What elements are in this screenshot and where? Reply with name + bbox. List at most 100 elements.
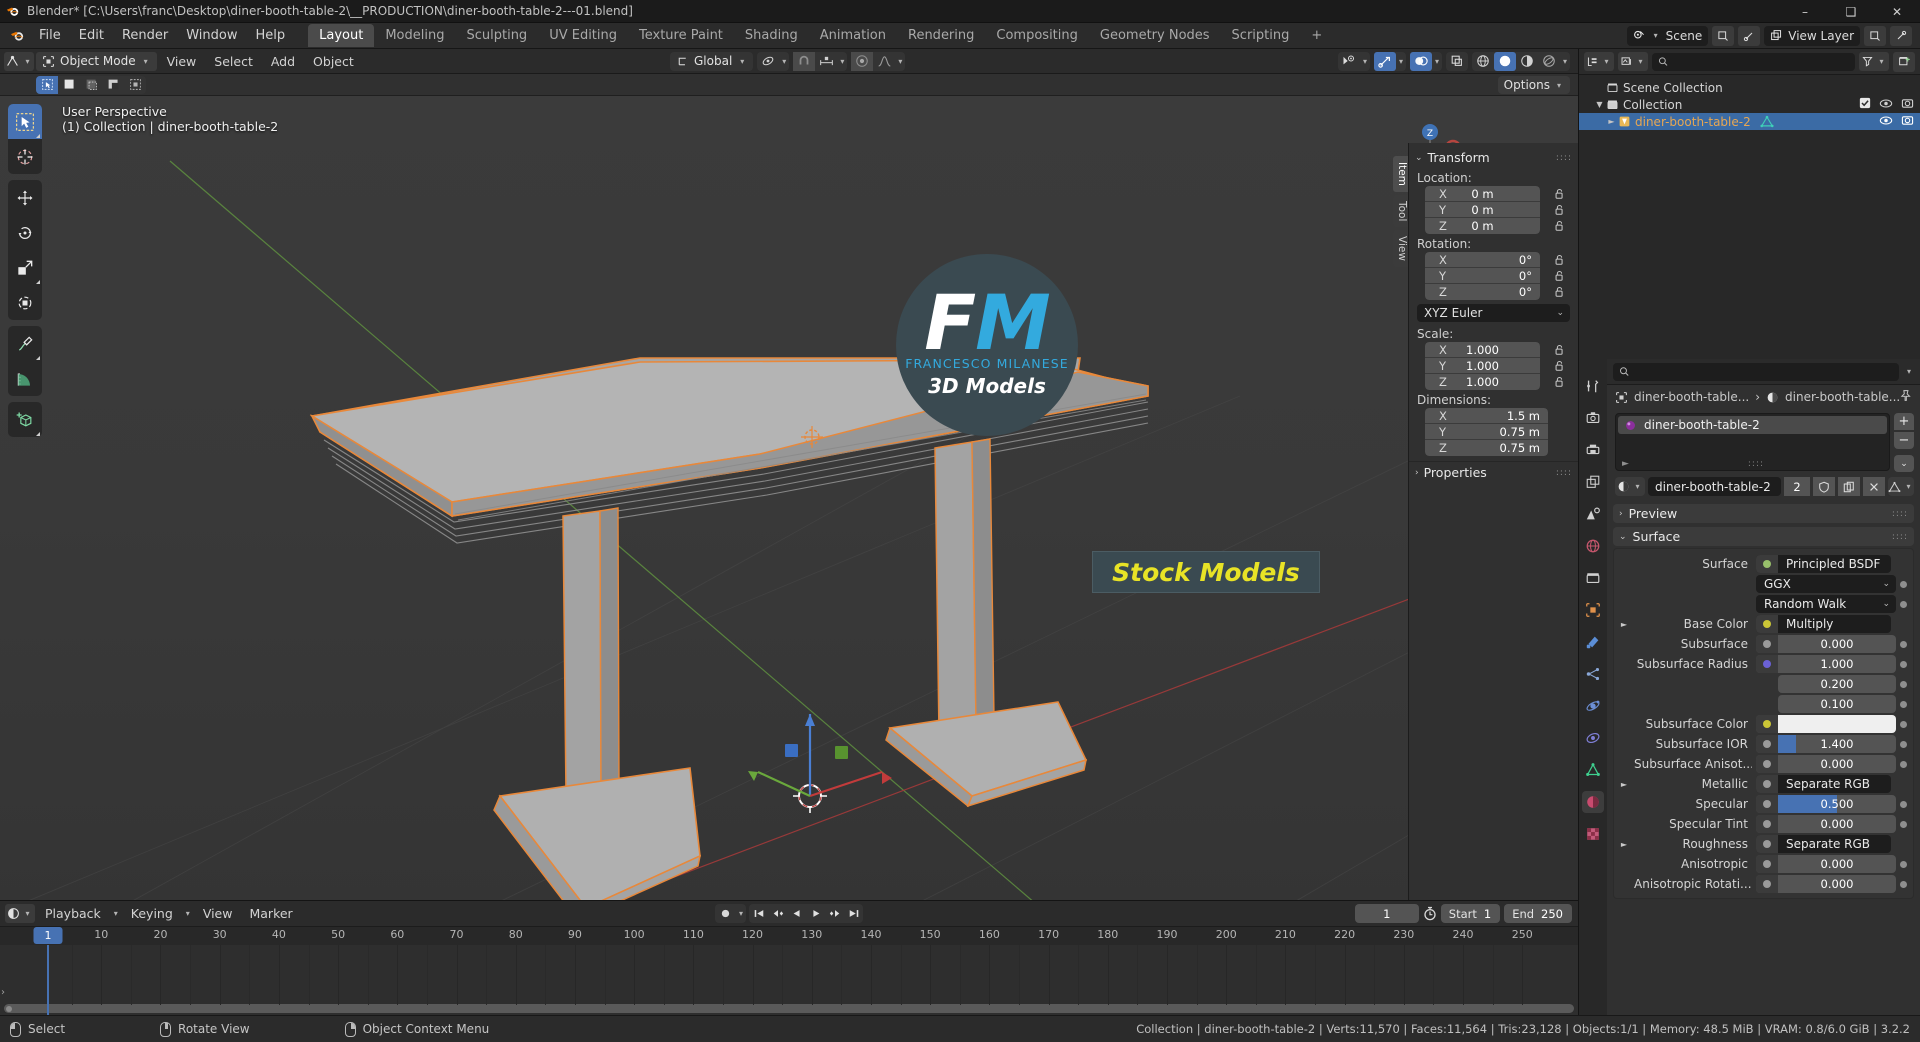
end-frame-field[interactable]: End 250	[1504, 904, 1572, 923]
disable-in-renders-icon[interactable]	[1901, 97, 1914, 112]
animate-property-dot[interactable]	[1900, 880, 1907, 888]
lock-scale-y-icon[interactable]	[1548, 358, 1570, 374]
timeline-horizontal-scrollbar[interactable]	[4, 1004, 1574, 1013]
material-slot-item[interactable]: diner-booth-table-2	[1618, 416, 1887, 434]
rotation-y-field[interactable]: Y 0°	[1425, 268, 1540, 284]
use-preview-range-icon[interactable]	[1423, 906, 1437, 921]
breadcrumb-object[interactable]: diner-booth-table...	[1634, 390, 1749, 404]
outliner-display-mode-selector[interactable]: ▾	[1618, 52, 1648, 71]
animate-property-dot[interactable]	[1900, 720, 1907, 728]
expand-triangle-icon[interactable]: ►	[1618, 780, 1630, 789]
snap-magnet-icon[interactable]	[793, 51, 816, 71]
new-material-copy-button[interactable]	[1838, 477, 1860, 496]
viewport-options-button[interactable]: Options ▾	[1497, 76, 1570, 94]
material-icon[interactable]	[1582, 791, 1604, 813]
falloff-curve-icon[interactable]	[873, 52, 895, 71]
particles-icon[interactable]	[1582, 663, 1604, 685]
properties-search-box[interactable]	[1613, 362, 1899, 381]
remove-material-slot-button[interactable]: −	[1894, 432, 1914, 449]
timeline-ruler[interactable]: 1102030405060708090100110120130140150160…	[0, 927, 1578, 945]
minimize-button[interactable]: –	[1782, 0, 1828, 23]
new-view-layer-button[interactable]	[1864, 25, 1886, 46]
view-layer-selector[interactable]: View Layer	[1764, 25, 1860, 46]
subsurface-slider[interactable]: 0.000	[1756, 635, 1896, 653]
material-preview-shading-icon[interactable]	[1516, 52, 1538, 71]
material-specials-menu-button[interactable]: ⌄	[1894, 455, 1914, 472]
add-workspace-button[interactable]: +	[1300, 24, 1333, 47]
tab-uv-editing[interactable]: UV Editing	[538, 24, 628, 47]
extend-select-icon[interactable]	[80, 76, 102, 94]
play-reverse-button[interactable]	[787, 904, 806, 923]
timeline-playhead[interactable]	[47, 945, 49, 1015]
animate-property-dot[interactable]	[1900, 760, 1907, 768]
tab-shading[interactable]: Shading	[734, 24, 809, 47]
tab-texture-paint[interactable]: Texture Paint	[628, 24, 734, 47]
object-data-icon[interactable]	[1582, 759, 1604, 781]
subtract-select-icon[interactable]	[102, 76, 124, 94]
location-x-field[interactable]: X 0 m	[1425, 186, 1540, 202]
tool-icon[interactable]	[1582, 375, 1604, 397]
menu-edit[interactable]: Edit	[70, 25, 113, 46]
material-users-count[interactable]: 2	[1784, 477, 1810, 496]
tab-geometry-nodes[interactable]: Geometry Nodes	[1089, 24, 1221, 47]
scene-icon[interactable]	[1582, 503, 1604, 525]
lock-scale-x-icon[interactable]	[1548, 342, 1570, 358]
object-properties-icon[interactable]	[1582, 599, 1604, 621]
lock-rotation-x-icon[interactable]	[1548, 252, 1570, 268]
rotation-x-field[interactable]: X 0°	[1425, 252, 1540, 268]
set-select-icon[interactable]	[58, 76, 80, 94]
properties-panel-header[interactable]: › Properties ::::	[1409, 462, 1578, 483]
resize-handle-icon[interactable]: ::::	[1748, 459, 1764, 469]
subsurface-radius-g-field[interactable]: 0.200	[1778, 675, 1896, 693]
lock-location-y-icon[interactable]	[1548, 202, 1570, 218]
tool-move[interactable]	[8, 180, 42, 215]
dimension-z-field[interactable]: Z 0.75 m	[1425, 440, 1548, 456]
solid-shading-icon[interactable]	[1493, 51, 1516, 71]
animate-property-dot[interactable]	[1900, 820, 1907, 828]
animate-property-dot[interactable]	[1900, 660, 1907, 668]
toggle-xray-icon[interactable]	[1446, 52, 1468, 71]
pin-icon[interactable]	[1899, 389, 1912, 405]
subsurface-color-swatch[interactable]	[1756, 715, 1896, 733]
render-icon[interactable]	[1582, 407, 1604, 429]
subsurface-anisotropy-slider[interactable]: 0.000	[1756, 755, 1896, 773]
tab-sculpting[interactable]: Sculpting	[455, 24, 538, 47]
timeline-expand-arrow-icon[interactable]: ›	[1, 987, 5, 998]
auto-keying-group[interactable]: ▾	[714, 904, 747, 923]
window-controls[interactable]: – ❑ ✕	[1782, 0, 1920, 23]
rendered-shading-icon[interactable]	[1538, 52, 1560, 71]
shading-mode-group[interactable]: ▾	[1471, 51, 1570, 71]
outliner-editor-type-selector[interactable]: ▾	[1584, 52, 1614, 71]
timeline-menu-keying[interactable]: Keying	[124, 904, 180, 923]
snap-target-icon[interactable]	[815, 52, 837, 71]
pivot-point-selector[interactable]: ▾	[757, 51, 790, 71]
outliner-search-input[interactable]	[1672, 54, 1849, 69]
tool-transform[interactable]	[8, 285, 42, 320]
scale-z-field[interactable]: Z 1.000	[1425, 374, 1540, 390]
tool-tweak-select[interactable]	[8, 104, 42, 139]
animate-property-dot[interactable]	[1900, 800, 1907, 808]
location-y-field[interactable]: Y 0 m	[1425, 202, 1540, 218]
metallic-node-field[interactable]: Separate RGB	[1756, 775, 1891, 793]
specular-tint-slider[interactable]: 0.000	[1756, 815, 1896, 833]
close-button[interactable]: ✕	[1874, 0, 1920, 23]
play-button[interactable]	[806, 904, 825, 923]
breadcrumb-material[interactable]: diner-booth-table...	[1785, 390, 1900, 404]
animate-property-dot[interactable]	[1900, 580, 1907, 588]
distribution-dropdown[interactable]: GGX ⌄	[1756, 575, 1896, 593]
subsurface-method-dropdown[interactable]: Random Walk ⌄	[1756, 595, 1896, 613]
snapping-group[interactable]: ▾	[793, 51, 848, 71]
difference-select-icon[interactable]	[124, 76, 146, 94]
physics-icon[interactable]	[1582, 695, 1604, 717]
show-overlays-icon[interactable]	[1409, 51, 1432, 71]
unlink-scene-button[interactable]	[1738, 25, 1761, 46]
viewport-canvas[interactable]: User Perspective (1) Collection | diner-…	[0, 96, 1578, 1015]
hide-in-viewport-icon[interactable]	[1879, 115, 1893, 129]
scene-selector[interactable]: ▾ Scene	[1626, 25, 1709, 46]
lock-rotation-y-icon[interactable]	[1548, 268, 1570, 284]
anisotropic-slider[interactable]: 0.000	[1756, 855, 1896, 873]
menu-file[interactable]: File	[30, 25, 70, 46]
xray-toggle[interactable]	[1445, 51, 1468, 71]
mode-selector[interactable]: Object Mode ▾	[36, 51, 157, 71]
add-material-slot-button[interactable]: +	[1894, 413, 1914, 430]
